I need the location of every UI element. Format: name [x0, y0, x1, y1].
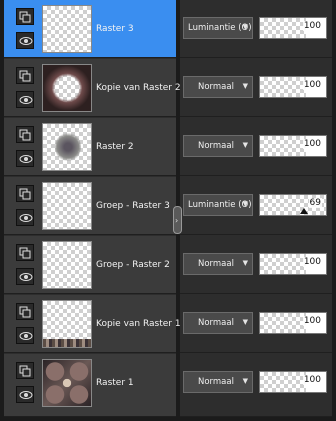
chevron-down-icon: ▼: [242, 259, 248, 267]
thumbnail-art: [43, 65, 91, 111]
eye-icon: [19, 391, 33, 399]
opacity-slider[interactable]: 100: [259, 371, 327, 393]
blend-mode-dropdown[interactable]: Luminantie (O) ▼: [183, 17, 253, 39]
opacity-slider[interactable]: 100: [259, 76, 327, 98]
opacity-slider[interactable]: 100: [259, 17, 327, 39]
blend-mode-label: Normaal: [198, 259, 234, 269]
visibility-toggle[interactable]: [16, 386, 34, 403]
layer-thumbnail[interactable]: [42, 64, 92, 112]
layer-row[interactable]: Groep - Raster 3: [4, 177, 176, 235]
visibility-toggle[interactable]: [16, 268, 34, 285]
layer-name[interactable]: Kopie van Raster 1: [96, 319, 181, 329]
layer-properties-row: Luminantie (O) ▼ 69: [180, 177, 332, 235]
blend-mode-dropdown[interactable]: Normaal ▼: [183, 76, 253, 98]
layer-lock-button[interactable]: [16, 8, 34, 25]
layer-lock-button[interactable]: [16, 362, 34, 379]
eye-icon: [19, 273, 33, 281]
chevron-down-icon: ▼: [242, 200, 248, 208]
layer-thumbnail[interactable]: [42, 300, 92, 348]
layer-lock-icon: [19, 129, 31, 141]
blend-mode-label: Normaal: [198, 377, 234, 387]
layer-lock-icon: [19, 306, 31, 318]
chevron-down-icon: ▼: [242, 82, 248, 90]
thumbnail-art: [43, 339, 91, 347]
blend-mode-dropdown[interactable]: Normaal ▼: [183, 135, 253, 157]
layer-name[interactable]: Groep - Raster 3: [96, 201, 170, 211]
opacity-value: 100: [302, 80, 322, 90]
opacity-value: 100: [302, 139, 322, 149]
panel-splitter[interactable]: ›: [173, 206, 182, 234]
blend-mode-label: Normaal: [198, 318, 234, 328]
visibility-toggle[interactable]: [16, 209, 34, 226]
chevron-down-icon: ▼: [242, 141, 248, 149]
opacity-slider-thumb[interactable]: [300, 208, 308, 214]
layer-lock-icon: [19, 70, 31, 82]
chevron-down-icon: ▼: [242, 23, 248, 31]
blend-mode-dropdown[interactable]: Luminantie (O) ▼: [183, 194, 253, 216]
blend-mode-dropdown[interactable]: Normaal ▼: [183, 253, 253, 275]
panel-right-edge: [332, 0, 336, 421]
layer-lock-button[interactable]: [16, 185, 34, 202]
layers-panel: Raster 3 Luminantie (O) ▼ 100 Kopie van …: [0, 0, 336, 421]
opacity-value: 100: [302, 375, 322, 385]
opacity-value: 100: [302, 316, 322, 326]
thumbnail-art: [43, 360, 91, 406]
blend-mode-dropdown[interactable]: Normaal ▼: [183, 312, 253, 334]
opacity-value: 100: [302, 257, 322, 267]
layer-properties-row: Normaal ▼ 100: [180, 354, 332, 417]
eye-icon: [19, 332, 33, 340]
visibility-toggle[interactable]: [16, 327, 34, 344]
visibility-toggle[interactable]: [16, 32, 34, 49]
thumbnail-art: [55, 132, 81, 162]
eye-icon: [19, 37, 33, 45]
opacity-slider[interactable]: 100: [259, 312, 327, 334]
layer-row[interactable]: Raster 1: [4, 354, 176, 417]
layer-row[interactable]: Groep - Raster 2: [4, 236, 176, 294]
layer-thumbnail[interactable]: [42, 123, 92, 171]
layer-row[interactable]: Raster 3: [4, 0, 176, 58]
visibility-toggle[interactable]: [16, 150, 34, 167]
layer-properties-row: Normaal ▼ 100: [180, 295, 332, 353]
layer-properties-row: Normaal ▼ 100: [180, 236, 332, 294]
layer-properties-row: Luminantie (O) ▼ 100: [180, 0, 332, 58]
layer-thumbnail[interactable]: [42, 182, 92, 230]
layer-thumbnail[interactable]: [42, 359, 92, 407]
layer-name[interactable]: Raster 1: [96, 378, 134, 388]
layer-lock-icon: [19, 247, 31, 259]
layer-properties-row: Normaal ▼ 100: [180, 59, 332, 117]
layer-lock-button[interactable]: [16, 126, 34, 143]
layer-lock-icon: [19, 365, 31, 377]
layer-name[interactable]: Groep - Raster 2: [96, 260, 170, 270]
layer-lock-icon: [19, 188, 31, 200]
layer-thumbnail[interactable]: [42, 241, 92, 289]
layer-name[interactable]: Raster 2: [96, 142, 134, 152]
opacity-value: 69: [308, 198, 322, 208]
panel-bottom-edge: [0, 417, 336, 421]
layer-lock-icon: [19, 11, 31, 23]
layer-row[interactable]: Raster 2: [4, 118, 176, 176]
layer-properties-row: Normaal ▼ 100: [180, 118, 332, 176]
visibility-toggle[interactable]: [16, 91, 34, 108]
opacity-value: 100: [302, 21, 322, 31]
eye-icon: [19, 155, 33, 163]
layer-lock-button[interactable]: [16, 244, 34, 261]
chevron-right-icon: ›: [175, 216, 179, 225]
blend-mode-dropdown[interactable]: Normaal ▼: [183, 371, 253, 393]
layer-name[interactable]: Raster 3: [96, 24, 134, 34]
blend-mode-label: Normaal: [198, 141, 234, 151]
eye-icon: [19, 214, 33, 222]
chevron-down-icon: ▼: [242, 377, 248, 385]
layer-name[interactable]: Kopie van Raster 2: [96, 83, 181, 93]
blend-mode-label: Normaal: [198, 82, 234, 92]
opacity-slider[interactable]: 69: [259, 194, 327, 216]
layer-row[interactable]: Kopie van Raster 1: [4, 295, 181, 353]
layer-thumbnail[interactable]: [42, 5, 92, 53]
layer-lock-button[interactable]: [16, 303, 34, 320]
layer-lock-button[interactable]: [16, 67, 34, 84]
opacity-slider[interactable]: 100: [259, 135, 327, 157]
chevron-down-icon: ▼: [242, 318, 248, 326]
eye-icon: [19, 96, 33, 104]
layer-row[interactable]: Kopie van Raster 2: [4, 59, 181, 117]
opacity-slider[interactable]: 100: [259, 253, 327, 275]
